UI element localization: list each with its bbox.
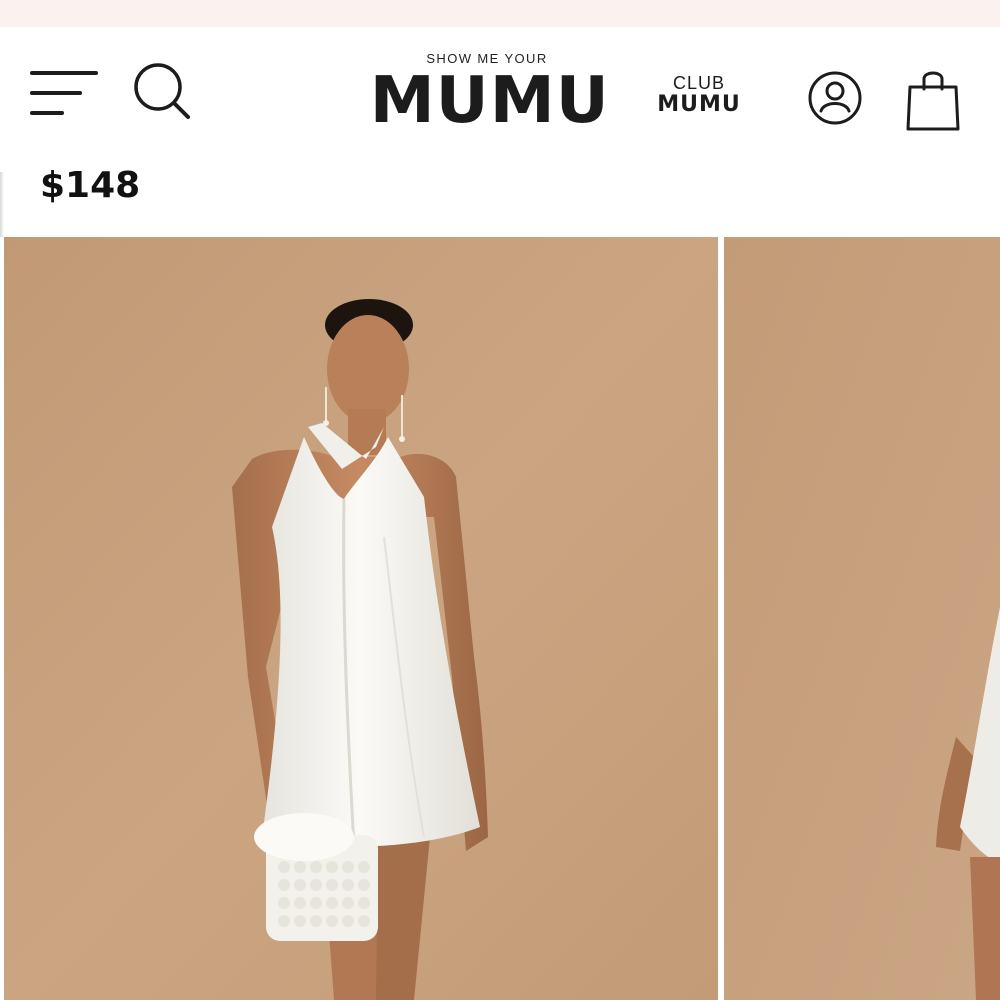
product-photo-side — [724, 237, 1000, 1000]
hamburger-menu-icon — [30, 71, 98, 115]
product-price: $148 — [40, 165, 141, 206]
search-button[interactable] — [130, 61, 194, 123]
gallery-slide-2[interactable] — [724, 237, 1000, 1000]
site-header: SHOW ME YOUR MUMU CLUB MUMU — [0, 27, 1000, 167]
shopping-bag-icon — [906, 71, 960, 131]
left-edge-shadow — [0, 172, 4, 242]
search-icon — [134, 63, 190, 119]
site-logo[interactable]: SHOW ME YOUR MUMU — [369, 47, 610, 138]
account-button[interactable] — [806, 69, 864, 127]
product-image-gallery[interactable] — [0, 237, 1000, 1000]
cart-button[interactable] — [904, 67, 962, 133]
club-label-bottom: MUMU — [657, 92, 741, 117]
club-mumu-link[interactable]: CLUB MUMU — [650, 73, 748, 117]
account-icon — [808, 71, 862, 125]
logo-wordmark: MUMU — [369, 64, 610, 138]
product-photo-front — [4, 237, 718, 1000]
gallery-slide-1[interactable] — [4, 237, 718, 1000]
club-label-top: CLUB — [672, 73, 725, 93]
promo-bar — [0, 0, 1000, 27]
menu-button[interactable] — [28, 67, 100, 119]
